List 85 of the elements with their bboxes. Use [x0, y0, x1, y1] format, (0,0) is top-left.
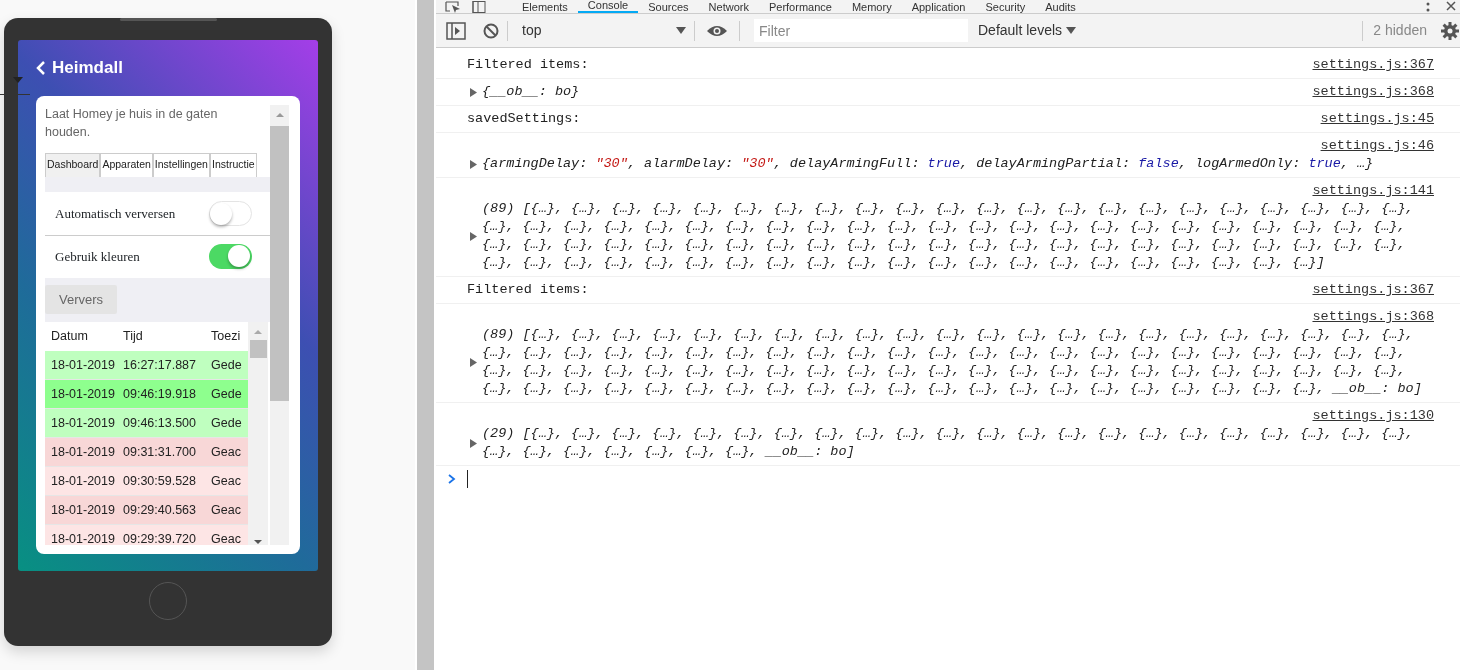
- text-cursor: [467, 470, 468, 488]
- scrollbar-thumb[interactable]: [249, 340, 267, 359]
- devtools-tab[interactable]: Audits: [1035, 1, 1086, 13]
- table-cell-text: 18-01-2019: [50, 356, 116, 374]
- dropdown-arrow-icon: [1066, 27, 1077, 34]
- table-cell-text: 18-01-2019: [50, 472, 116, 490]
- source-link[interactable]: settings.js:368: [1312, 309, 1434, 324]
- dropdown-arrow-icon: [676, 27, 686, 34]
- table-cell-text: Geac: [211, 501, 241, 519]
- setting-label: Gebruik kleuren: [55, 248, 140, 266]
- refresh-button[interactable]: Ververs: [45, 284, 118, 315]
- devtools-tab[interactable]: Network: [698, 1, 759, 13]
- table-cell-text: 18-01-2019: [50, 385, 116, 403]
- table-cell-text: 18-01-2019: [50, 443, 116, 461]
- devtools-tab[interactable]: Memory: [841, 1, 902, 13]
- devtools-tab[interactable]: Application: [901, 1, 976, 13]
- levels-dropdown[interactable]: Default levels: [978, 20, 1077, 41]
- table-cell-text: 09:29:40.563: [123, 501, 197, 519]
- column-header: Tijd: [123, 328, 144, 346]
- filter-field[interactable]: Filter: [754, 19, 968, 42]
- tab[interactable]: Instellingen: [152, 153, 210, 177]
- source-link[interactable]: settings.js:46: [1320, 138, 1434, 153]
- caret-icon: [13, 77, 23, 83]
- setting-label: Automatisch verversen: [55, 204, 176, 223]
- logged-object[interactable]: {__ob__: bo}: [482, 83, 898, 101]
- close-icon[interactable]: [1446, 1, 1456, 11]
- devtools-tab[interactable]: Performance: [758, 1, 842, 13]
- table-cell-text: 09:30:59.528: [123, 472, 197, 490]
- table-cell-text: Geac: [211, 472, 241, 490]
- more-icon[interactable]: [1426, 1, 1430, 13]
- log-message: Filtered items:: [467, 56, 590, 74]
- source-link[interactable]: settings.js:130: [1312, 408, 1434, 423]
- column-header: Toezi: [211, 328, 241, 346]
- expand-arrow-icon[interactable]: [470, 438, 477, 448]
- hidden-count: 2 hidden: [1373, 21, 1427, 40]
- log-message: Filtered items:: [467, 281, 590, 299]
- log-message: savedSettings:: [467, 110, 582, 128]
- expand-arrow-icon[interactable]: [470, 357, 477, 367]
- devtools-tab[interactable]: Security: [975, 1, 1036, 13]
- table-cell-text: Geac: [211, 530, 241, 545]
- source-link[interactable]: settings.js:141: [1312, 183, 1434, 198]
- source-link[interactable]: settings.js:368: [1312, 83, 1434, 101]
- sidebar-toggle-icon[interactable]: [446, 21, 466, 40]
- device-icon[interactable]: [472, 1, 486, 13]
- app-title: Heimdall: [52, 57, 123, 80]
- tab[interactable]: Apparaten: [100, 153, 153, 177]
- table-cell-text: 18-01-2019: [50, 530, 116, 545]
- back-icon[interactable]: [36, 60, 46, 76]
- devtools-tab[interactable]: Sources: [638, 1, 699, 13]
- table-cell-text: Geac: [211, 443, 241, 461]
- source-link[interactable]: settings.js:367: [1312, 56, 1434, 74]
- scrollbar[interactable]: [270, 105, 289, 545]
- prompt-icon: [448, 474, 456, 484]
- table-cell-text: 09:29:39.720: [123, 530, 197, 545]
- expand-arrow-icon[interactable]: [470, 159, 477, 169]
- context-dropdown[interactable]: top: [516, 20, 686, 41]
- clear-icon[interactable]: [483, 22, 499, 39]
- settings-icon[interactable]: [1441, 21, 1459, 40]
- logged-object[interactable]: (29) [{…}, {…}, {…}, {…}, {…}, {…}, {…}, {…}, {…}, {…}, {…}, {…}, {…}, {…}, {…}, {…}, {…}, {…}, {…}, {…}, {…}, {…}, {…}, {…}, {…}, {…}, {…}, {…}, {…}, __ob__: bo]: [482, 425, 1434, 461]
- source-link[interactable]: settings.js:45: [1320, 110, 1434, 128]
- eye-icon[interactable]: [706, 23, 728, 38]
- table-cell-text: Gede: [211, 356, 242, 374]
- logged-object[interactable]: {armingDelay: "30", alarmDelay: "30", delayArmingFull: true, delayArmingPartial: false, logArmedOnly: true, …}: [482, 155, 1434, 173]
- source-link[interactable]: settings.js:367: [1312, 281, 1434, 299]
- expand-arrow-icon[interactable]: [470, 87, 477, 97]
- expand-arrow-icon[interactable]: [470, 231, 477, 241]
- table-cell-text: 09:46:13.500: [123, 414, 197, 432]
- table-cell-text: Gede: [211, 414, 242, 432]
- toggle-switch[interactable]: [209, 200, 252, 226]
- inspect-icon[interactable]: [444, 1, 462, 13]
- column-header: Datum: [50, 328, 89, 346]
- devtools-tab[interactable]: Elements: [512, 1, 578, 13]
- logged-object[interactable]: (89) [{…}, {…}, {…}, {…}, {…}, {…}, {…}, {…}, {…}, {…}, {…}, {…}, {…}, {…}, {…}, {…}, {…}, {…}, {…}, {…}, {…}, {…}, {…}, {…}, {…}, {…}, {…}, {…}, {…}, {…}, {…}, {…}, {…}, {…}, {…}, {…}, {…}, {…}, {…}, {…}, {…}, {…}, {…}, {…}, {…}, {…}, {…}, {…}, {…}, {…}, {…}, {…}, {…}, {…}, {…}, {…}, {…}, {…}, {…}, {…}, {…}, {…}, {…}, {…}, {…}, {…}, {…}, {…}, {…}, {…}, {…}, {…}, {…}, {…}, {…}, {…}, {…}, {…}, {…}, {…}, {…}, {…}, {…}, {…}, {…}, {…}, {…}, {…}, {…}, __ob__: bo]: [482, 326, 1434, 398]
- table-cell-text: Gede: [211, 385, 242, 403]
- table-scrollbar[interactable]: [248, 322, 268, 545]
- table-cell-text: 18-01-2019: [50, 501, 116, 519]
- table-cell-text: 09:31:31.700: [123, 443, 197, 461]
- logged-object[interactable]: (89) [{…}, {…}, {…}, {…}, {…}, {…}, {…}, {…}, {…}, {…}, {…}, {…}, {…}, {…}, {…}, {…}, {…}, {…}, {…}, {…}, {…}, {…}, {…}, {…}, {…}, {…}, {…}, {…}, {…}, {…}, {…}, {…}, {…}, {…}, {…}, {…}, {…}, {…}, {…}, {…}, {…}, {…}, {…}, {…}, {…}, {…}, {…}, {…}, {…}, {…}, {…}, {…}, {…}, {…}, {…}, {…}, {…}, {…}, {…}, {…}, {…}, {…}, {…}, {…}, {…}, {…}, {…}, {…}, {…}, {…}, {…}, {…}, {…}, {…}, {…}, {…}, {…}, {…}, {…}, {…}, {…}, {…}, {…}, {…}, {…}, {…}, {…}, {…}, {…}]: [482, 200, 1434, 272]
- tab[interactable]: Dashboard: [45, 153, 101, 177]
- toggle-switch[interactable]: [209, 244, 252, 270]
- app-description: Laat Homey je huis in de gaten houden.: [45, 106, 219, 141]
- tab[interactable]: Instructie: [209, 153, 257, 177]
- table-cell-text: 16:27:17.887: [123, 356, 197, 374]
- table-cell-text: 18-01-2019: [50, 414, 116, 432]
- table-cell-text: 09:46:19.918: [123, 385, 197, 403]
